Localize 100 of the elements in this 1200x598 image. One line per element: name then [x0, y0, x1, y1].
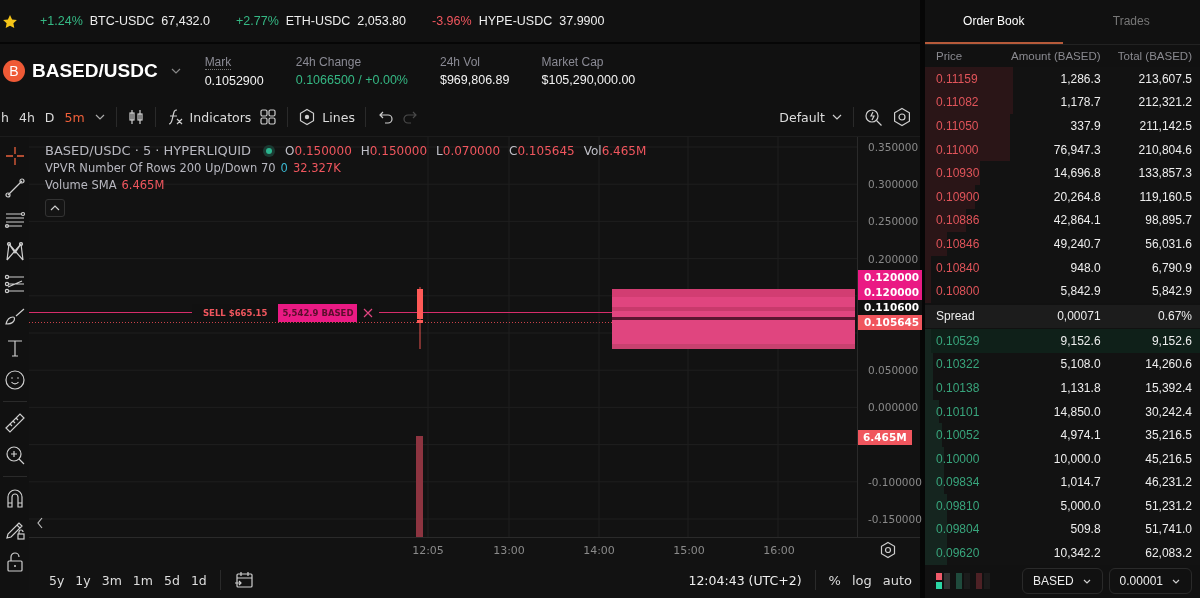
trend-line-icon[interactable] [3, 177, 26, 199]
ohlc-value: 0.150000 [294, 143, 352, 158]
price-cell-text: 0.10052 [936, 428, 981, 443]
price-cell-text: 0.09804 [936, 522, 981, 537]
ticker-symbol[interactable]: BTC-USDC [89, 14, 155, 28]
amount-cell-text: 42,864.1 [1052, 213, 1101, 228]
indicator-name[interactable]: Volume SMA [45, 178, 117, 192]
price-cell-text: 0.09834 [936, 475, 981, 490]
ticker-price: 67,432.0 [161, 14, 210, 28]
quick-search-icon[interactable] [864, 107, 884, 127]
ticker-change: -3.96% [432, 14, 472, 28]
stat-label: Mark [204, 54, 232, 70]
indicator-value: 32.327K [292, 161, 341, 175]
total-cell-text: 5,842.9 [1150, 284, 1192, 299]
total-cell-text: 6,790.9 [1150, 260, 1192, 275]
collapse-button[interactable] [45, 199, 65, 217]
ohlc-label: L [436, 143, 443, 158]
price-cell-text: 0.10101 [936, 404, 981, 419]
interval-button[interactable]: 4h [17, 107, 36, 127]
candle-drawing [417, 286, 423, 350]
horizontal-lines-icon[interactable] [3, 209, 26, 231]
chevron-left-icon[interactable] [37, 517, 43, 529]
total-cell-text: 30,242.4 [1144, 404, 1192, 419]
price-cell-text: 0.10138 [936, 380, 981, 395]
tab[interactable]: Order Book [925, 0, 1063, 44]
axis-label: 0.200000 [868, 252, 919, 265]
chart-symbol[interactable]: BASED/USDC · 5 · HYPERLIQUID [45, 143, 252, 158]
indicator-value: 0 [280, 161, 288, 175]
chevron-up-icon [50, 205, 60, 211]
amount-cell-text: 76,947.3 [1052, 142, 1101, 157]
scale-button[interactable]: auto [882, 572, 912, 588]
ohlc-value: 0.105645 [517, 143, 575, 158]
volume-label: 6.465M [858, 430, 912, 445]
range-button[interactable]: 1y [75, 572, 91, 588]
scale-button[interactable]: log [851, 572, 872, 588]
ruler-icon[interactable] [3, 412, 26, 434]
range-button[interactable]: 3m [101, 572, 122, 588]
amount-cell-text: 509.8 [1069, 522, 1101, 537]
total-cell-text: 51,231.2 [1144, 498, 1192, 513]
fibonacci-icon[interactable] [3, 273, 26, 295]
axis-label: 0.050000 [868, 364, 919, 377]
axis-label: 0.250000 [868, 215, 919, 228]
chart-type-button[interactable]: Lines [298, 108, 355, 126]
symbol-dropdown[interactable]: BASED [1021, 568, 1103, 595]
column-header: Price [936, 50, 964, 62]
price-cell-text: 0.09620 [936, 546, 981, 561]
range-button[interactable]: 5d [164, 572, 180, 588]
interval-button[interactable]: D [43, 107, 56, 127]
grid-icon[interactable] [259, 108, 278, 126]
ohlc-label: O [285, 143, 295, 158]
column-header: Amount (BASED) [1010, 50, 1101, 62]
range-button[interactable]: 1d [190, 572, 207, 588]
ticker-symbol[interactable]: ETH-USDC [285, 14, 351, 28]
ticker-symbol[interactable]: HYPE-USDC [478, 14, 553, 28]
total-cell-text: 98,895.7 [1144, 213, 1192, 228]
price-cell-text: 0.11050 [936, 119, 980, 133]
spread-value: 0,00071 [1056, 309, 1101, 324]
crosshair-icon[interactable] [3, 145, 26, 167]
layout-button[interactable]: Default [779, 109, 843, 125]
tick-size-dropdown[interactable]: 0.00001 [1108, 568, 1192, 595]
axis-label: 13:00 [492, 543, 526, 557]
ohlc-label: H [360, 143, 370, 158]
settings-icon[interactable] [879, 541, 897, 559]
candles-icon[interactable] [126, 108, 145, 126]
interval-button[interactable]: h [0, 107, 10, 127]
star-icon[interactable] [2, 13, 18, 29]
indicator-name[interactable]: VPVR Number Of Rows 200 Up/Down 70 [45, 161, 276, 175]
both-sides-view-icon[interactable] [936, 573, 950, 590]
total-cell-text: 212,321.2 [1137, 95, 1192, 110]
ticker-change: +1.24% [40, 14, 83, 28]
amount-cell-text: 49,240.7 [1052, 236, 1101, 251]
scale-button[interactable]: % [828, 572, 841, 588]
settings-icon[interactable] [892, 107, 912, 127]
range-button[interactable]: 1m [132, 572, 153, 588]
range-button[interactable]: 5y [49, 572, 65, 588]
amount-cell-text: 10,000.0 [1052, 451, 1101, 466]
indicators-button[interactable]: Indicators [165, 108, 252, 126]
total-cell-text: 51,741.0 [1144, 522, 1192, 537]
price-cell-text: 0.11082 [936, 95, 980, 110]
tab[interactable]: Trades [1062, 0, 1200, 44]
axis-label: 16:00 [762, 543, 796, 557]
price-cell-text: 0.10930 [936, 166, 981, 181]
stat-value: $105,290,000.00 [541, 73, 636, 87]
order-label[interactable]: SELL $665.15 [192, 304, 279, 322]
price-cell-text: 0.11159 [936, 71, 979, 86]
pattern-icon[interactable] [3, 241, 26, 263]
stat-label: Market Cap [541, 55, 604, 69]
emoji-icon[interactable] [3, 369, 26, 391]
total-cell-text: 46,231.2 [1144, 475, 1192, 490]
interval-button[interactable]: 5m [63, 107, 86, 127]
market-pair[interactable]: BASED/USDC [32, 60, 158, 82]
ticker-price: 2,053.80 [357, 14, 407, 28]
order-size: 5,542.9 BASED [278, 304, 358, 322]
axis-label: 0.350000 [868, 141, 919, 153]
amount-cell-text: 4,974.1 [1059, 428, 1101, 443]
total-cell-text: 133,857.3 [1137, 166, 1192, 181]
ohlc-label: Vol [583, 143, 602, 158]
axis-label: 0.300000 [868, 178, 919, 191]
zoom-in-icon[interactable] [3, 444, 26, 466]
axis-label: 0.000000 [868, 401, 919, 414]
